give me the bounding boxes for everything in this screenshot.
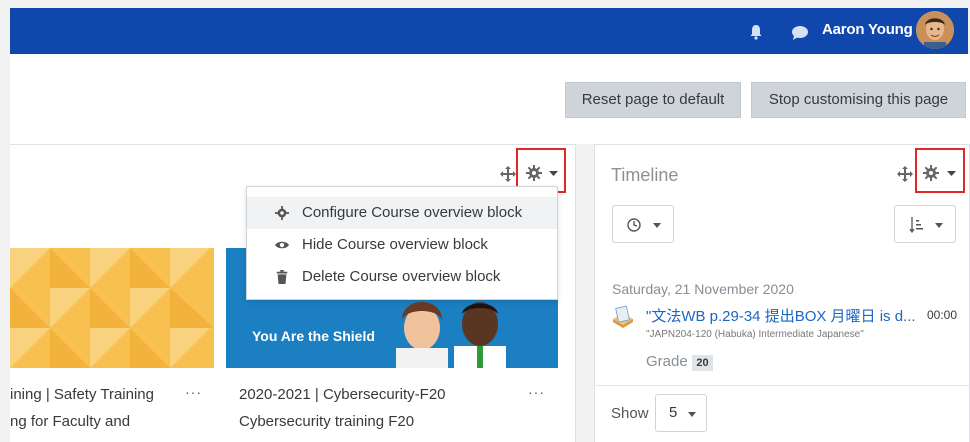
gear-icon (275, 206, 289, 220)
course-card-more-button[interactable]: ··· (528, 382, 545, 402)
course-card-title[interactable]: ng for Faculty and (10, 412, 130, 432)
course-card-image[interactable] (10, 248, 214, 368)
sort-icon (909, 217, 923, 234)
bell-icon[interactable] (748, 24, 764, 40)
course-card-banner-title: You Are the Shield (252, 328, 375, 344)
clock-icon (627, 218, 641, 232)
gear-icon[interactable] (526, 165, 542, 181)
top-navbar: Aaron Young (10, 8, 968, 54)
chevron-down-icon[interactable] (947, 171, 956, 177)
course-card-category: 2020-2021 | Cybersecurity-F20 (239, 386, 446, 403)
grade-badge: 20 (692, 355, 713, 371)
chevron-down-icon (688, 412, 696, 417)
course-card-more-button[interactable]: ··· (185, 382, 202, 402)
menu-item-hide[interactable]: Hide Course overview block (247, 229, 557, 261)
show-count-value: 5 (669, 404, 678, 421)
block-actions-menu: Configure Course overview block Hide Cou… (246, 186, 558, 300)
show-count-label: Show (611, 405, 649, 422)
chat-icon[interactable] (790, 25, 810, 41)
timeline-event-course: "JAPN204-120 (Habuka) Intermediate Japan… (646, 329, 864, 340)
timeline-grade-label: Grade (646, 353, 688, 370)
divider (594, 385, 970, 386)
stop-customising-button[interactable]: Stop customising this page (751, 82, 966, 118)
eye-icon (275, 241, 289, 249)
menu-item-delete[interactable]: Delete Course overview block (247, 261, 557, 293)
menu-item-label: Delete Course overview block (302, 268, 501, 285)
timeline-sort-button[interactable] (894, 205, 956, 243)
avatar-image (916, 11, 954, 49)
show-count-select[interactable]: 5 (655, 394, 707, 432)
timeline-event-link[interactable]: "文法WB p.29-34 提出BOX 月曜日 is d... (646, 305, 916, 326)
move-icon[interactable] (500, 166, 516, 182)
user-name[interactable]: Aaron Young (822, 19, 913, 41)
timeline-date-filter-button[interactable] (612, 205, 674, 243)
menu-item-configure[interactable]: Configure Course overview block (247, 197, 557, 229)
reset-page-button[interactable]: Reset page to default (565, 82, 741, 118)
timeline-title: Timeline (611, 165, 679, 185)
timeline-event-time: 00:00 (927, 308, 958, 322)
timeline-date-heading: Saturday, 21 November 2020 (612, 281, 794, 297)
menu-item-label: Configure Course overview block (302, 204, 523, 221)
menu-item-label: Hide Course overview block (302, 236, 488, 253)
chevron-down-icon[interactable] (549, 171, 558, 177)
chevron-down-icon (935, 223, 943, 228)
chevron-down-icon (653, 223, 661, 228)
course-card-category: ining | Safety Training (10, 386, 154, 403)
course-card-pattern (10, 248, 214, 368)
move-icon[interactable] (897, 166, 913, 182)
course-card-title[interactable]: Cybersecurity training F20 (239, 412, 414, 432)
user-avatar[interactable] (916, 11, 954, 49)
gear-icon[interactable] (923, 165, 939, 181)
trash-icon (276, 270, 288, 284)
assignment-icon (613, 305, 633, 328)
